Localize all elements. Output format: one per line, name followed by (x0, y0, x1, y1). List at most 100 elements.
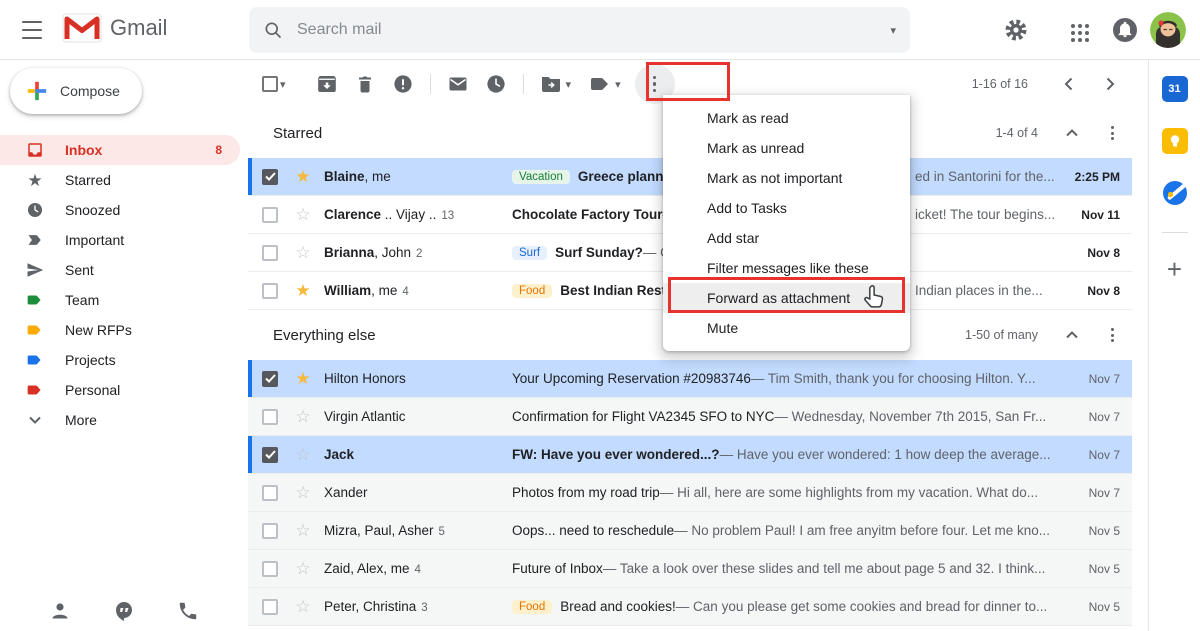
row-checkbox[interactable] (262, 283, 278, 299)
move-to-button[interactable] (532, 65, 570, 103)
compose-button[interactable]: Compose (10, 68, 142, 114)
sidebar-item-personal[interactable]: Personal (0, 375, 240, 405)
report-spam-button[interactable] (384, 65, 422, 103)
label-chip[interactable]: Food (512, 600, 552, 614)
keep-app-icon[interactable] (1162, 128, 1188, 154)
email-sender: Jack (324, 447, 512, 462)
hamburger-menu-icon[interactable] (22, 21, 42, 39)
sidebar-item-label: Snoozed (65, 202, 120, 218)
email-subject-snippet: Future of Inbox — Take a look over these… (512, 561, 1054, 576)
mark-as-read-button[interactable] (439, 65, 477, 103)
label-icon (25, 380, 45, 400)
star-toggle-icon[interactable]: ☆ (292, 243, 314, 263)
tasks-app-icon[interactable] (1162, 180, 1188, 206)
star-toggle-icon[interactable]: ★ (292, 281, 314, 301)
sidebar-item-new-rfps[interactable]: New RFPs (0, 315, 240, 345)
sidebar-item-inbox[interactable]: Inbox8 (0, 135, 240, 165)
label-chip[interactable]: Surf (512, 246, 547, 260)
email-row[interactable]: ★Hilton HonorsYour Upcoming Reservation … (248, 360, 1132, 398)
collapse-section-chevron-up-icon[interactable] (1056, 319, 1088, 351)
row-checkbox[interactable] (262, 245, 278, 261)
row-checkbox[interactable] (262, 409, 278, 425)
delete-button[interactable] (346, 65, 384, 103)
settings-gear-icon[interactable] (1004, 18, 1028, 42)
email-date: Nov 7 (1054, 448, 1132, 462)
star-toggle-icon[interactable]: ☆ (292, 445, 314, 465)
search-options-caret-icon[interactable]: ▾ (890, 24, 896, 37)
star-toggle-icon[interactable]: ★ (292, 369, 314, 389)
email-row[interactable]: ☆Mizra, Paul, Asher5Oops... need to resc… (248, 512, 1132, 550)
star-toggle-icon[interactable]: ☆ (292, 407, 314, 427)
labels-button[interactable] (581, 65, 619, 103)
label-icon (25, 290, 45, 310)
google-apps-grid-icon[interactable] (1068, 21, 1092, 45)
menu-item-mute[interactable]: Mute (663, 313, 910, 343)
email-subject-snippet: Oops... need to reschedule — No problem … (512, 523, 1054, 538)
row-checkbox[interactable] (262, 599, 278, 615)
section-title: Starred (273, 125, 322, 142)
star-toggle-icon[interactable]: ☆ (292, 483, 314, 503)
star-toggle-icon[interactable]: ☆ (292, 205, 314, 225)
add-addon-plus-icon[interactable]: + (1167, 259, 1182, 279)
archive-button[interactable] (308, 65, 346, 103)
row-checkbox[interactable] (262, 523, 278, 539)
email-row[interactable]: ☆XanderPhotos from my road trip — Hi all… (248, 474, 1132, 512)
email-row[interactable]: ☆Zaid, Alex, me4Future of Inbox — Take a… (248, 550, 1132, 588)
search-icon[interactable] (263, 20, 283, 40)
row-checkbox[interactable] (262, 371, 278, 387)
row-checkbox[interactable] (262, 447, 278, 463)
select-dropdown-caret-icon[interactable]: ▾ (280, 78, 286, 91)
email-date: Nov 11 (1054, 208, 1132, 222)
star-toggle-icon[interactable]: ☆ (292, 597, 314, 617)
move-to-caret-icon[interactable]: ▾ (566, 78, 572, 91)
label-chip[interactable]: Vacation (512, 170, 570, 184)
email-date: 2:25 PM (1054, 170, 1132, 184)
row-checkbox[interactable] (262, 561, 278, 577)
phone-icon[interactable] (177, 600, 199, 622)
sidebar-item-projects[interactable]: Projects (0, 345, 240, 375)
menu-item-add-to-tasks[interactable]: Add to Tasks (663, 193, 910, 223)
email-row[interactable]: ☆Virgin AtlanticConfirmation for Flight … (248, 398, 1132, 436)
section-more-options-icon[interactable] (1096, 117, 1128, 149)
pagination-label: 1-16 of 16 (972, 77, 1028, 91)
menu-item-mark-as-unread[interactable]: Mark as unread (663, 133, 910, 163)
star-toggle-icon[interactable]: ☆ (292, 521, 314, 541)
email-date: Nov 8 (1054, 284, 1132, 298)
snooze-button[interactable] (477, 65, 515, 103)
labels-caret-icon[interactable]: ▾ (615, 78, 621, 91)
older-page-button[interactable] (1094, 68, 1126, 100)
sidebar-item-snoozed[interactable]: Snoozed (0, 195, 240, 225)
hangouts-icon[interactable] (113, 600, 135, 622)
select-all-checkbox[interactable] (262, 76, 278, 92)
calendar-app-icon[interactable]: 31 (1162, 76, 1188, 102)
email-sender: Hilton Honors (324, 371, 512, 386)
email-row[interactable]: ☆JackFW: Have you ever wondered...? — Ha… (248, 436, 1132, 474)
sidebar-item-sent[interactable]: Sent (0, 255, 240, 285)
email-snippet-fragment: Indian places in the... (915, 272, 1043, 310)
menu-item-mark-as-read[interactable]: Mark as read (663, 103, 910, 133)
sidebar-item-team[interactable]: Team (0, 285, 240, 315)
email-row[interactable]: ☆Peter, Christina3FoodBread and cookies!… (248, 588, 1132, 626)
search-input[interactable]: Search mail (297, 21, 894, 39)
newer-page-button[interactable] (1052, 68, 1084, 100)
contacts-person-icon[interactable] (49, 600, 71, 622)
collapse-section-chevron-up-icon[interactable] (1056, 117, 1088, 149)
search-bar[interactable]: Search mail ▾ (249, 7, 910, 53)
section-more-options-icon[interactable] (1096, 319, 1128, 351)
row-checkbox[interactable] (262, 485, 278, 501)
menu-item-add-star[interactable]: Add star (663, 223, 910, 253)
star-toggle-icon[interactable]: ☆ (292, 559, 314, 579)
menu-item-filter-messages-like-these[interactable]: Filter messages like these (663, 253, 910, 283)
email-snippet-fragment: icket! The tour begins... (915, 196, 1055, 234)
section-pagination: 1-4 of 4 (996, 126, 1038, 140)
menu-item-mark-as-not-important[interactable]: Mark as not important (663, 163, 910, 193)
user-avatar[interactable] (1150, 12, 1186, 48)
row-checkbox[interactable] (262, 207, 278, 223)
label-chip[interactable]: Food (512, 284, 552, 298)
notifications-bell-icon[interactable] (1112, 17, 1136, 41)
sidebar-item-starred[interactable]: ★Starred (0, 165, 240, 195)
star-toggle-icon[interactable]: ★ (292, 167, 314, 187)
row-checkbox[interactable] (262, 169, 278, 185)
sidebar-item-more[interactable]: More (0, 405, 240, 435)
sidebar-item-important[interactable]: Important (0, 225, 240, 255)
